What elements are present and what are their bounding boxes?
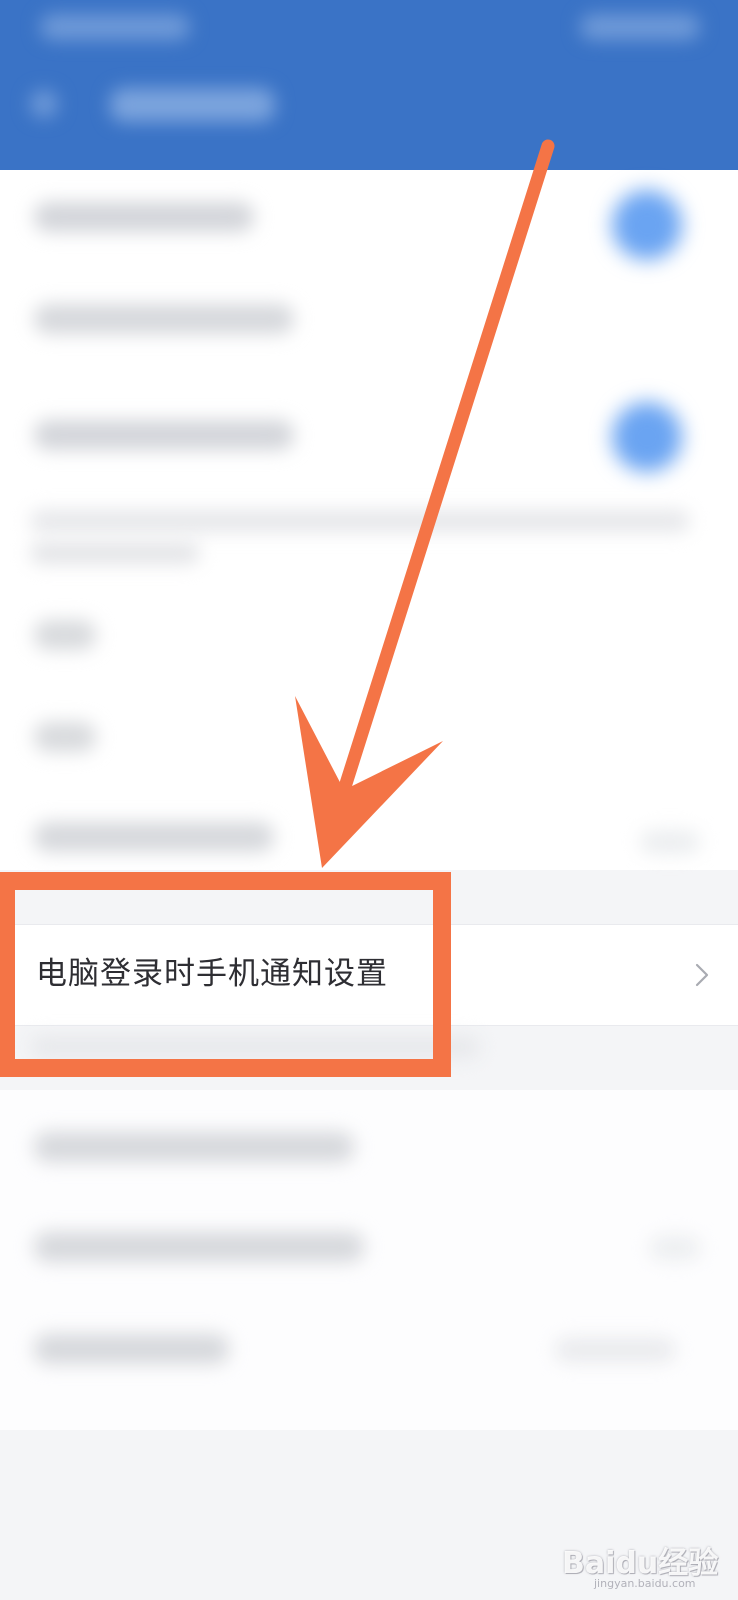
setting-row-2-blur[interactable] [34,304,294,334]
settings-list-upper [0,170,738,870]
header-title-blur [110,88,275,122]
toggle-2-blur[interactable] [612,402,682,472]
annotation-highlight-box [0,872,451,1077]
baidu-watermark: Baidu经验 [562,1546,719,1581]
setting-row-9-blur[interactable] [34,1334,229,1364]
setting-row-8-blur[interactable] [34,1232,364,1262]
setting-row-6-value-blur [640,830,700,854]
setting-row-9-value-blur [555,1338,675,1362]
description-line-1-blur [30,510,690,532]
setting-row-8-value-blur [650,1236,700,1260]
setting-row-4-blur[interactable] [34,620,96,650]
description-line-2-blur [30,542,200,564]
status-bar-blur [40,14,190,40]
setting-row-7-blur[interactable] [34,1132,354,1162]
baidu-watermark-url: jingyan.baidu.com [594,1577,696,1590]
setting-row-6-blur[interactable] [34,822,274,852]
setting-row-5-blur[interactable] [34,722,96,752]
settings-list-lower [0,1090,738,1430]
setting-row-1-blur[interactable] [34,202,254,232]
settings-screen: 电脑登录时手机通知设置 Baidu经验 jingyan.baidu.com [0,0,738,1600]
chevron-right-icon [695,963,709,987]
status-icons-blur [580,14,700,40]
toggle-1-blur[interactable] [612,190,682,260]
back-button-blur[interactable] [30,90,58,118]
setting-row-3-blur[interactable] [34,420,294,450]
